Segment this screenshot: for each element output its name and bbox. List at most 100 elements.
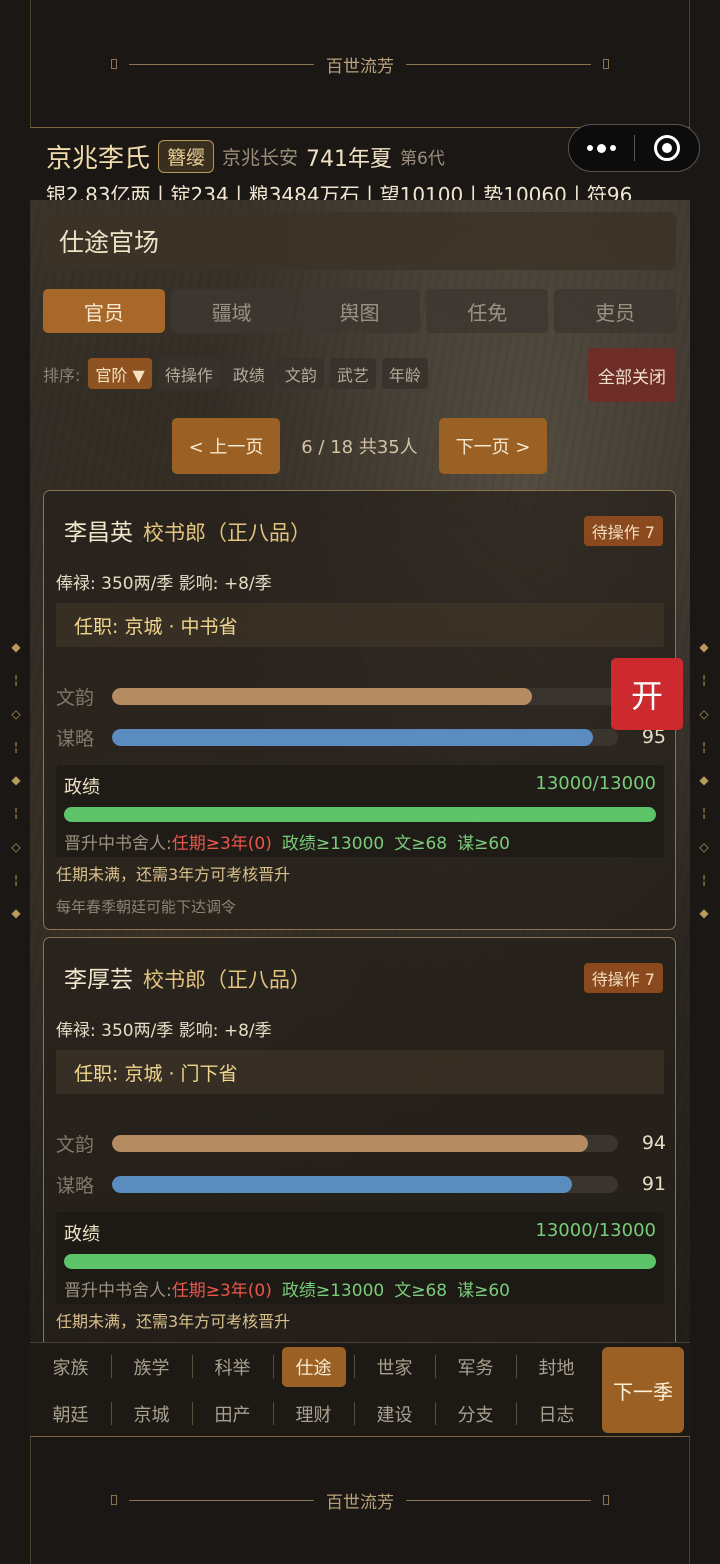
performance-panel: 政绩 13000/13000 晋升中书舍人: 任期≥3年(0) 政绩≥13000…	[56, 765, 664, 857]
salary-line: 俸禄: 350两/季 影响: +8/季	[56, 574, 272, 594]
tab-clerks[interactable]: 吏员	[554, 289, 676, 333]
top-banner: 百世流芳	[30, 0, 690, 128]
nav-court[interactable]: 朝廷	[30, 1390, 111, 1437]
nav-row-1: 家族 族学 科举 仕途 世家 军务 封地	[30, 1343, 601, 1390]
promotion-label: 晋升中书舍人:	[64, 834, 172, 854]
nav-estates[interactable]: 田产	[192, 1390, 273, 1437]
promotion-requirements: 晋升中书舍人: 任期≥3年(0) 政绩≥13000 文≥68 谋≥60	[64, 829, 656, 854]
term-note: 任期未满，还需3年方可考核晋升	[56, 1312, 291, 1331]
sort-performance-chip[interactable]: 政绩	[225, 358, 272, 389]
tab-territory[interactable]: 疆域	[170, 289, 293, 333]
ornament-cap	[111, 59, 117, 69]
official-title: 校书郎（正八品）	[143, 521, 311, 545]
req-term: 任期≥3年(0)	[171, 834, 272, 854]
literary-bar	[112, 687, 532, 705]
nav-construction[interactable]: 建设	[354, 1390, 435, 1437]
performance-panel: 政绩 13000/13000 晋升中书舍人: 任期≥3年(0) 政绩≥13000…	[56, 1212, 664, 1304]
nav-noble-houses[interactable]: 世家	[354, 1343, 435, 1390]
more-button[interactable]	[569, 125, 634, 171]
banner-title: 百世流芳	[326, 1492, 394, 1513]
stat-label: 谋略	[56, 727, 95, 750]
nav-capital[interactable]: 京城	[111, 1390, 192, 1437]
next-season-button[interactable]: 下一季	[602, 1347, 684, 1433]
ornament-rule	[129, 63, 314, 65]
stat-label: 文韵	[56, 686, 95, 709]
req-strategy: 谋≥60	[457, 1281, 510, 1301]
prev-page-button[interactable]: < 上一页	[172, 418, 280, 474]
rank-badge: 簪缨	[158, 140, 215, 173]
performance-label: 政绩	[64, 777, 100, 798]
req-strategy: 谋≥60	[457, 834, 510, 854]
nav-finance[interactable]: 理财	[273, 1390, 354, 1437]
page-title: 仕途官场	[43, 212, 676, 270]
strategy-bar	[112, 1175, 573, 1193]
tab-bar: 官员 疆域 舆图 任免 吏员	[43, 289, 676, 333]
stat-track	[112, 687, 618, 705]
official-name: 李厚芸	[64, 967, 133, 993]
sort-literary-chip[interactable]: 文韵	[277, 358, 324, 389]
sort-rank-chip[interactable]: 官阶 ▼	[88, 358, 152, 389]
sort-bar: 排序: 官阶 ▼ 待操作 政绩 文韵 武艺 年龄	[43, 358, 428, 389]
sort-pending-chip[interactable]: 待操作	[157, 358, 220, 389]
performance-value: 13000/13000	[535, 1220, 656, 1241]
tab-officials[interactable]: 官员	[43, 289, 165, 333]
stat-label: 谋略	[56, 1174, 95, 1197]
more-dots-icon	[586, 143, 616, 153]
open-float-button[interactable]: 开	[611, 658, 683, 730]
nav-career[interactable]: 仕途	[273, 1343, 354, 1390]
req-performance: 政绩≥13000	[281, 1281, 385, 1301]
tab-appointment[interactable]: 任免	[426, 289, 549, 333]
strategy-bar	[112, 728, 593, 746]
nav-military[interactable]: 军务	[435, 1343, 516, 1390]
promotion-label: 晋升中书舍人:	[64, 1281, 172, 1301]
req-performance: 政绩≥13000	[281, 834, 385, 854]
official-card[interactable]: 李厚芸 校书郎（正八品） 待操作 7 俸禄: 350两/季 影响: +8/季 任…	[43, 937, 676, 1342]
tab-map[interactable]: 舆图	[298, 289, 421, 333]
ornament-cap	[603, 59, 609, 69]
sort-martial-chip[interactable]: 武艺	[329, 358, 376, 389]
next-page-button[interactable]: 下一页 >	[439, 418, 547, 474]
stat-literary: 文韵 94	[56, 1128, 666, 1158]
performance-value: 13000/13000	[535, 773, 656, 794]
pagination: < 上一页 6 / 18 共35人 下一页 >	[172, 418, 547, 474]
official-card[interactable]: 李昌英 校书郎（正八品） 待操作 7 俸禄: 350两/季 影响: +8/季 任…	[43, 490, 676, 930]
nav-branches[interactable]: 分支	[435, 1390, 516, 1437]
close-miniprogram-button[interactable]	[635, 125, 700, 171]
performance-label: 政绩	[64, 1224, 100, 1245]
stat-value: 94	[641, 1132, 666, 1154]
nav-family[interactable]: 家族	[30, 1343, 111, 1390]
nav-log[interactable]: 日志	[516, 1390, 597, 1437]
stat-track	[112, 1175, 618, 1193]
nav-exam[interactable]: 科举	[192, 1343, 273, 1390]
transfer-note: 每年春季朝廷可能下达调令	[56, 898, 237, 916]
nav-clan-school[interactable]: 族学	[111, 1343, 192, 1390]
req-literary: 文≥68	[394, 1281, 448, 1301]
post-line: 任职: 京城 · 门下省	[56, 1050, 664, 1094]
req-literary: 文≥68	[394, 834, 448, 854]
ornament-rule	[406, 1499, 591, 1501]
ornament-cap	[111, 1495, 117, 1505]
bottom-nav: 家族 族学 科举 仕途 世家 军务 封地 朝廷 京城 田产 理财 建设 分支 日…	[30, 1342, 690, 1436]
stat-literary: 文韵	[56, 681, 666, 711]
stat-strategy: 谋略 95	[56, 722, 666, 752]
nav-row-2: 朝廷 京城 田产 理财 建设 分支 日志	[30, 1390, 601, 1437]
close-all-button[interactable]: 全部关闭	[588, 348, 676, 402]
req-term: 任期≥3年(0)	[171, 1281, 272, 1301]
left-side-ornament: ◆ ¦ ◇ ¦ ◆ ¦ ◇ ¦ ◆	[11, 640, 21, 920]
stat-label: 文韵	[56, 1133, 95, 1156]
clan-name: 京兆李氏	[46, 144, 151, 174]
sort-label: 排序:	[43, 365, 81, 385]
promotion-requirements: 晋升中书舍人: 任期≥3年(0) 政绩≥13000 文≥68 谋≥60	[64, 1276, 656, 1301]
pending-badge[interactable]: 待操作 7	[583, 963, 663, 993]
sort-age-chip[interactable]: 年龄	[381, 358, 428, 389]
target-icon	[653, 135, 680, 161]
post-line: 任职: 京城 · 中书省	[56, 603, 664, 647]
nav-fief[interactable]: 封地	[516, 1343, 597, 1390]
pending-badge[interactable]: 待操作 7	[583, 516, 663, 546]
performance-bar	[64, 1254, 656, 1269]
bottom-banner: 百世流芳	[30, 1436, 690, 1564]
official-title: 校书郎（正八品）	[143, 968, 311, 992]
right-side-ornament: ◆ ¦ ◇ ¦ ◆ ¦ ◇ ¦ ◆	[699, 640, 709, 920]
ornament-rule	[406, 63, 591, 65]
stat-value: 91	[641, 1173, 666, 1195]
